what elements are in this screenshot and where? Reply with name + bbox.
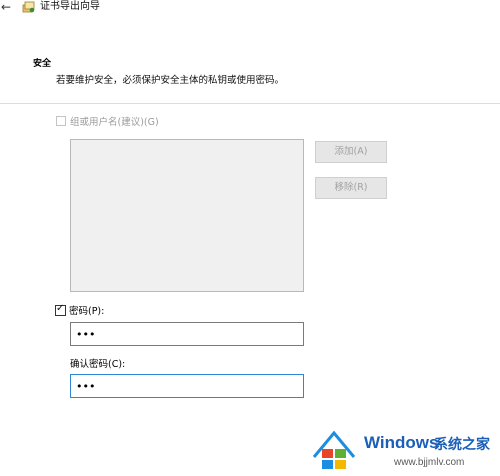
watermark-brand-suffix: 系统之家: [434, 437, 490, 453]
password-field[interactable]: [70, 322, 304, 346]
principals-listbox[interactable]: [70, 139, 304, 292]
header-divider: [0, 103, 500, 104]
watermark-brand: Windows: [364, 433, 439, 452]
window-title: 证书导出向导: [40, 1, 100, 12]
add-button[interactable]: 添加(A): [315, 141, 387, 163]
windows-logo-icon: [312, 430, 356, 469]
password-checkbox[interactable]: ✓: [55, 303, 66, 316]
remove-button[interactable]: 移除(R): [315, 177, 387, 199]
confirm-password-label: 确认密码(C):: [70, 359, 126, 370]
certificate-wizard-icon: [22, 1, 35, 13]
confirm-password-field[interactable]: [70, 374, 304, 398]
group-checkbox-label: 组或用户名(建议)(G): [70, 117, 159, 128]
group-checkbox[interactable]: [56, 116, 66, 126]
watermark: Windows 系统之家 www.bjjmlv.com: [302, 425, 500, 476]
checkmark-icon: ✓: [56, 303, 65, 314]
password-checkbox-label: 密码(P):: [69, 306, 105, 317]
back-arrow-icon[interactable]: ←: [1, 0, 15, 14]
section-description: 若要维护安全，必须保护安全主体的私钥或使用密码。: [56, 75, 285, 86]
watermark-url: www.bjjmlv.com: [394, 457, 465, 468]
section-title: 安全: [33, 59, 52, 69]
certificate-export-wizard: ← 证书导出向导 安全 若要维护安全，必须保护安全主体的私钥或使用密码。 组或用…: [0, 0, 500, 476]
